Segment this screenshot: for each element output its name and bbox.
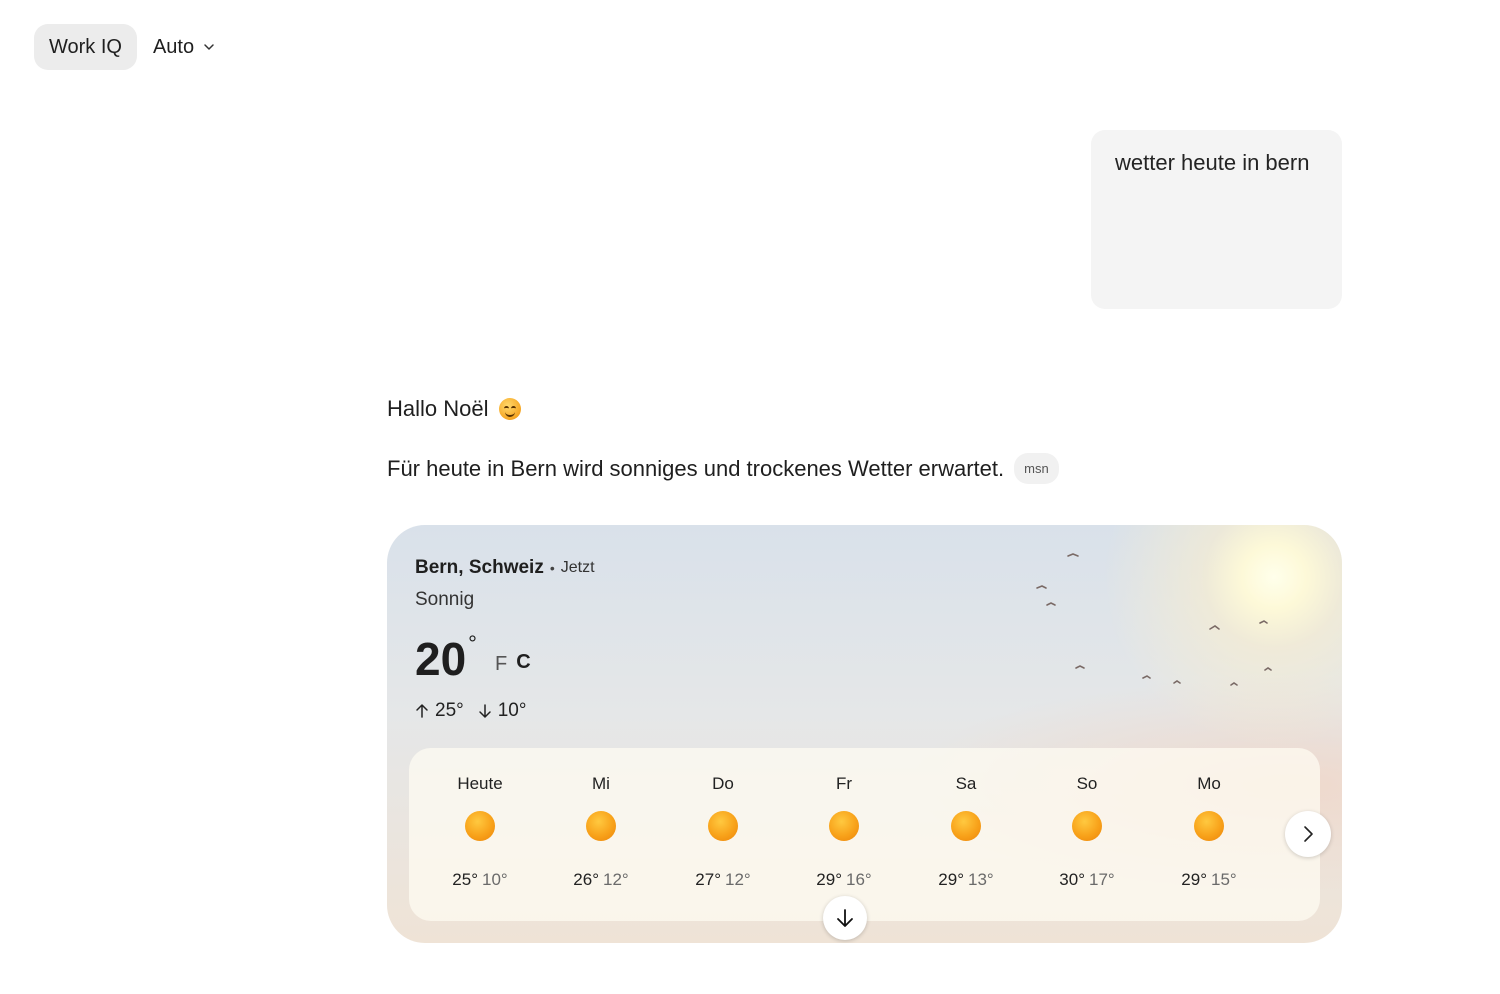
sun-icon [465,811,495,841]
assistant-greeting: Hallo Noël [387,396,521,422]
work-iq-button[interactable]: Work IQ [34,24,137,70]
current-temp-value: 20 [415,633,467,685]
forecast-low: 13° [968,870,994,889]
separator-dot: • [549,560,555,576]
forecast-day-name: So [1076,774,1098,793]
forecast-day-name: Sa [955,774,977,793]
forecast-temps: 30° 17° [1032,870,1142,890]
greeting-text: Hallo Noël [387,396,489,421]
forecast-high: 25° [452,870,478,889]
forecast-high: 29° [938,870,964,889]
forecast-temps: 29° 13° [911,870,1021,890]
forecast-low: 10° [482,870,508,889]
top-bar: Work IQ Auto [34,24,216,70]
chevron-right-icon [1304,826,1313,842]
forecast-high: 27° [695,870,721,889]
high-low-temperatures: 25° 10° [415,700,526,722]
forecast-day-name: Do [712,774,734,793]
weather-condition: Sonnig [415,589,475,610]
chevron-down-icon [204,44,214,50]
source-citation-chip[interactable]: msn [1014,453,1059,484]
arrow-down-icon [478,704,491,718]
work-iq-label: Work IQ [49,35,122,58]
arrow-up-icon [416,704,428,718]
forecast-day-name: Mi [592,774,610,793]
mode-label: Auto [152,35,195,58]
arrow-down-icon [837,909,853,927]
sun-icon [586,811,616,841]
current-temperature: 20 ° F C [415,631,531,686]
daily-forecast-strip: Heute 25° 10° Mi 26° 12° Do 27° 12° Fr 29° 1… [409,748,1320,921]
sun-icon [1194,811,1224,841]
sun-icon [951,811,981,841]
forecast-low: 12° [725,870,751,889]
forecast-low: 15° [1211,870,1237,889]
sun-icon [1072,811,1102,841]
forecast-high: 29° [816,870,842,889]
forecast-temps: 29° 15° [1154,870,1264,890]
degree-symbol: ° [468,631,477,656]
user-message-bubble: wetter heute in bern [1091,130,1342,309]
forecast-day-name: Fr [835,774,853,793]
forecast-low: 12° [603,870,629,889]
forecast-high: 30° [1059,870,1085,889]
forecast-temps: 25° 10° [425,870,535,890]
forecast-day-name: Heute [457,774,503,793]
assistant-message: Für heute in Bern wird sonniges und troc… [387,453,1059,484]
high-temp: 25° [435,700,464,721]
weather-card[interactable]: Bern, Schweiz • Jetzt Sonnig 20 ° F C 25… [387,525,1342,943]
forecast-low: 17° [1089,870,1115,889]
forecast-next-button[interactable] [1285,811,1331,857]
forecast-high: 26° [573,870,599,889]
forecast-temps: 26° 12° [546,870,656,890]
forecast-temps: 27° 12° [668,870,778,890]
unit-celsius-toggle[interactable]: C [516,651,530,674]
forecast-temps: 29° 16° [789,870,899,890]
weather-location-line: Bern, Schweiz • Jetzt [415,557,595,579]
scroll-down-button[interactable] [823,896,867,940]
mode-dropdown[interactable]: Auto [153,24,216,70]
assistant-message-text: Für heute in Bern wird sonniges und troc… [387,455,1005,481]
user-message-text: wetter heute in bern [1115,150,1310,175]
forecast-high: 29° [1181,870,1207,889]
low-temp: 10° [497,700,527,721]
forecast-low: 16° [846,870,872,889]
weather-location: Bern, Schweiz [415,557,544,578]
weather-time-label: Jetzt [560,559,595,576]
sun-icon [829,811,859,841]
unit-fahrenheit-toggle[interactable]: F [495,653,507,676]
forecast-day-name: Mo [1197,774,1221,793]
smiling-sun-emoji-icon [498,398,521,420]
sun-icon [708,811,738,841]
